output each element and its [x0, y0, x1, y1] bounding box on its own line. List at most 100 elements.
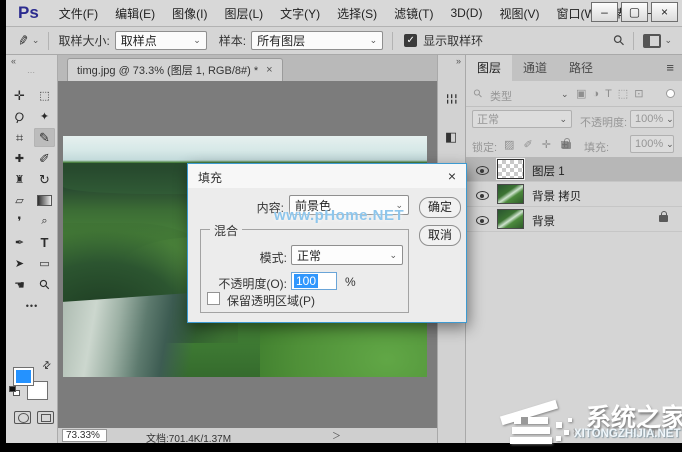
blend-mode-value: 正常: [477, 111, 499, 127]
filter-shape-icon[interactable]: ⬚: [618, 88, 634, 100]
chevron-down-icon[interactable]: ⌄: [32, 35, 40, 46]
sample-value: 所有图层: [257, 32, 305, 49]
xitongzhijia-watermark: 系统之家 XITONGZHIJIA.NET: [498, 394, 682, 450]
filter-type-icon[interactable]: T: [605, 88, 618, 100]
edit-toolbar-button[interactable]: •••: [22, 296, 43, 315]
healing-brush-tool[interactable]: ✚: [9, 149, 30, 168]
visibility-eye-icon[interactable]: [476, 191, 489, 200]
eraser-tool[interactable]: ▱: [9, 191, 30, 210]
fill-dialog: 填充 × 内容: 前景色 ⌄ 确定 取消 混合 模式: 正常 ⌄ 不透明度(O)…: [187, 163, 467, 323]
sample-size-value: 取样点: [121, 32, 157, 49]
menu-image[interactable]: 图像(I): [172, 5, 207, 22]
mode-label: 模式:: [207, 249, 287, 266]
visibility-eye-icon[interactable]: [476, 216, 489, 225]
visibility-eye-icon[interactable]: [476, 166, 489, 175]
lock-all-icon[interactable]: [562, 142, 571, 149]
tab-close-icon[interactable]: ×: [266, 64, 272, 76]
eyedropper-tool-icon[interactable]: ✎: [16, 32, 30, 50]
foreground-color-swatch[interactable]: [13, 367, 34, 386]
blur-tool[interactable]: ❜: [9, 212, 30, 231]
preserve-transparency-checkbox[interactable]: [207, 292, 220, 305]
swap-colors-icon[interactable]: ⇄: [40, 359, 54, 373]
menu-file[interactable]: 文件(F): [59, 5, 98, 22]
clone-stamp-tool[interactable]: ♜: [9, 170, 30, 189]
ok-button[interactable]: 确定: [419, 197, 461, 218]
minimize-button[interactable]: –: [591, 2, 618, 22]
panel-menu-icon[interactable]: ≡: [666, 60, 674, 75]
chevron-down-icon[interactable]: ⌄: [664, 35, 672, 46]
tab-channels[interactable]: 通道: [512, 55, 558, 81]
search-icon[interactable]: ⚲: [610, 31, 629, 50]
opacity-input[interactable]: 100: [291, 272, 337, 290]
layer-thumbnail-transparent[interactable]: [497, 159, 524, 179]
marquee-tool[interactable]: ⬚: [34, 86, 55, 105]
filter-type-label[interactable]: 类型: [490, 88, 512, 104]
menu-3d[interactable]: 3D(D): [450, 6, 482, 20]
maximize-button[interactable]: ▢: [621, 2, 648, 22]
crop-tool[interactable]: ⌗: [9, 128, 30, 147]
lock-row: 锁定: ▨ ✐ ✛ ⊞ 填充: 100% ⌄: [466, 132, 682, 157]
cancel-button[interactable]: 取消: [419, 225, 461, 246]
tab-paths[interactable]: 路径: [558, 55, 604, 81]
sample-size-select[interactable]: 取样点 ⌄: [115, 31, 207, 50]
workspace-icon[interactable]: [643, 34, 661, 48]
menu-layer[interactable]: 图层(L): [224, 5, 263, 22]
filter-pixel-icon[interactable]: ▣: [576, 88, 592, 100]
quick-mask-button[interactable]: [14, 411, 31, 424]
hand-tool[interactable]: ☚: [9, 275, 30, 294]
filter-smart-object-icon[interactable]: ⊡: [634, 88, 649, 100]
document-tab[interactable]: timg.jpg @ 73.3% (图层 1, RGB/8#) * ×: [67, 58, 283, 81]
expand-panels-icon[interactable]: »: [456, 56, 461, 66]
mode-select[interactable]: 正常 ⌄: [291, 245, 403, 265]
menu-type[interactable]: 文字(Y): [280, 5, 320, 22]
menu-select[interactable]: 选择(S): [337, 5, 377, 22]
blend-mode-select[interactable]: 正常 ⌄: [472, 110, 572, 128]
layer-name[interactable]: 图层 1: [532, 163, 565, 179]
status-chevron-icon[interactable]: ＞: [332, 429, 341, 442]
layer-name[interactable]: 背景 拷贝: [532, 188, 581, 204]
close-button[interactable]: ×: [651, 2, 678, 22]
default-colors-icon[interactable]: [9, 386, 16, 392]
dodge-tool[interactable]: ⌕: [34, 212, 55, 231]
blend-mode-row: 正常 ⌄ 不透明度: 100% ⌄: [466, 107, 682, 132]
tab-layers[interactable]: 图层: [466, 55, 512, 81]
pen-tool[interactable]: ✒: [9, 233, 30, 252]
fill-select[interactable]: 100% ⌄: [630, 135, 674, 153]
collapse-panel-icon[interactable]: «: [11, 56, 16, 66]
quick-selection-tool[interactable]: ✦: [34, 107, 55, 126]
filter-adjustment-icon[interactable]: ◑: [592, 88, 605, 100]
layer-row-layer1[interactable]: 图层 1: [466, 157, 682, 182]
show-ring-checkbox[interactable]: ✓: [404, 34, 417, 47]
gradient-tool[interactable]: [34, 191, 55, 210]
menu-view[interactable]: 视图(V): [499, 5, 539, 22]
path-selection-tool[interactable]: ➤: [9, 254, 30, 273]
history-brush-tool[interactable]: ↻: [34, 170, 55, 189]
opacity-select[interactable]: 100% ⌄: [630, 110, 674, 128]
type-tool[interactable]: T: [34, 233, 55, 252]
move-tool[interactable]: ✛: [9, 86, 30, 105]
zoom-tool[interactable]: ⚲: [30, 270, 58, 298]
dialog-close-icon[interactable]: ×: [448, 168, 456, 184]
show-ring-label: 显示取样环: [423, 32, 483, 49]
chevron-down-icon: ⌄: [666, 139, 674, 150]
screen-mode-button[interactable]: [37, 411, 54, 424]
zoom-level-input[interactable]: 73.33%: [62, 429, 107, 442]
layer-row-background[interactable]: 背景: [466, 207, 682, 232]
color-panel-icon[interactable]: ☷: [443, 93, 459, 105]
layer-row-background-copy[interactable]: 背景 拷贝: [466, 182, 682, 207]
panel-tabs: 图层 通道 路径: [466, 55, 682, 81]
filter-toggle[interactable]: [666, 89, 675, 98]
brush-tool[interactable]: ✐: [34, 149, 55, 168]
sample-select[interactable]: 所有图层 ⌄: [251, 31, 383, 50]
layer-thumbnail-photo[interactable]: [497, 184, 524, 204]
adjustments-panel-icon[interactable]: ◧: [445, 129, 457, 145]
layer-name[interactable]: 背景: [532, 213, 555, 229]
filter-search-icon[interactable]: ⚲: [471, 86, 486, 101]
gradient-tool-icon: [37, 195, 52, 206]
eyedropper-tool[interactable]: ✎: [34, 128, 55, 147]
dialog-title-bar[interactable]: 填充 ×: [188, 164, 466, 188]
menu-filter[interactable]: 滤镜(T): [394, 5, 433, 22]
lasso-tool[interactable]: Ϙ: [6, 104, 33, 129]
menu-edit[interactable]: 编辑(E): [115, 5, 155, 22]
layer-thumbnail-photo[interactable]: [497, 209, 524, 229]
